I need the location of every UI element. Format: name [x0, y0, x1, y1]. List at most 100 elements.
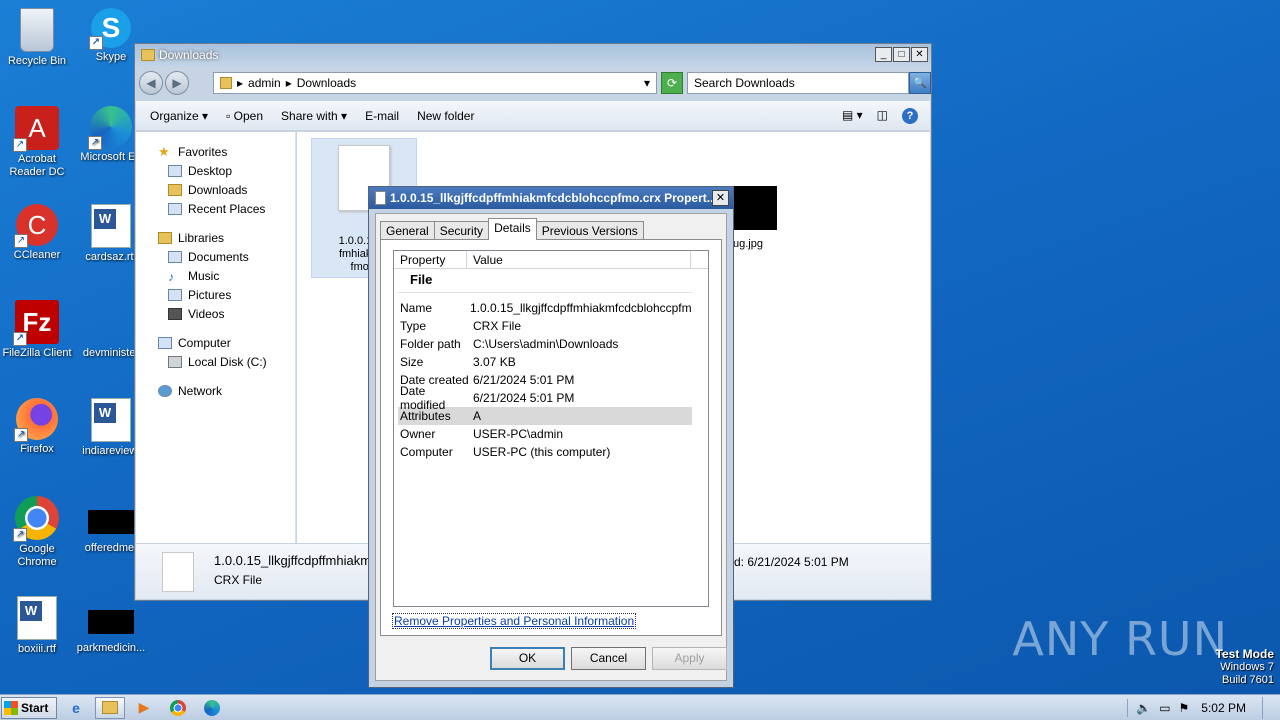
- breadcrumb-admin[interactable]: admin: [248, 76, 281, 90]
- tab-details[interactable]: Details: [488, 218, 537, 240]
- minimize-button[interactable]: _: [875, 47, 892, 62]
- taskbar-media-player[interactable]: ▶: [129, 697, 159, 719]
- details-file-name: 1.0.0.15_llkgjffcdpffmhiakmf: [214, 553, 375, 568]
- table-row-selected[interactable]: Attributes A: [398, 407, 692, 425]
- row-key: Name: [400, 301, 433, 315]
- table-row[interactable]: Type CRX File: [398, 317, 692, 335]
- apply-button[interactable]: Apply: [652, 647, 727, 670]
- documents-icon: [168, 250, 182, 263]
- desktop-icon-parkmedicin[interactable]: parkmedicin...: [74, 596, 148, 655]
- ccleaner-icon: C ↗: [14, 204, 58, 248]
- organize-button[interactable]: Organize ▾: [150, 109, 208, 123]
- breadcrumb-downloads[interactable]: Downloads: [297, 76, 356, 90]
- nav-downloads[interactable]: Downloads: [136, 180, 295, 199]
- network-tray-icon[interactable]: ▭: [1159, 701, 1170, 715]
- thumbnail: [88, 610, 134, 634]
- tab-previous-versions[interactable]: Previous Versions: [535, 221, 644, 240]
- document-icon: [375, 191, 386, 205]
- desktop-icon-boxiii[interactable]: W boxiii.rtf: [0, 596, 74, 656]
- table-row[interactable]: Name 1.0.0.15_llkgjffcdpffmhiakmfcdcblohc…: [398, 299, 692, 317]
- address-dropdown-icon[interactable]: ▾: [644, 76, 650, 90]
- pictures-icon: [168, 288, 182, 301]
- column-header-value[interactable]: Value: [467, 251, 691, 268]
- dialog-title: 1.0.0.15_llkgjffcdpffmhiakmfcdcblohccpfm…: [390, 191, 717, 205]
- back-button[interactable]: ◀: [139, 71, 163, 95]
- acrobat-icon: A ↗: [13, 106, 59, 152]
- title-bar[interactable]: Downloads _ □ ✕: [135, 44, 931, 66]
- edge-icon: [204, 699, 220, 716]
- desktop-icon: [168, 164, 182, 177]
- nav-documents[interactable]: Documents: [136, 247, 295, 266]
- taskbar-edge[interactable]: [197, 697, 227, 719]
- system-tray: 🔈 ▭ ⚑ 5:02 PM: [1127, 697, 1280, 719]
- desktop-icon-acrobat[interactable]: A ↗ Acrobat Reader DC: [0, 106, 74, 179]
- volume-icon[interactable]: 🔈: [1136, 701, 1151, 715]
- maximize-button[interactable]: □: [893, 47, 910, 62]
- desktop-icon-ccleaner[interactable]: C ↗ CCleaner: [0, 204, 74, 262]
- details-file-type: CRX File: [214, 573, 263, 587]
- email-button[interactable]: E-mail: [365, 109, 399, 123]
- close-icon[interactable]: ✕: [712, 190, 729, 206]
- refresh-button[interactable]: ⟳: [661, 72, 683, 94]
- nav-pictures[interactable]: Pictures: [136, 285, 295, 304]
- dialog-title-bar[interactable]: 1.0.0.15_llkgjffcdpffmhiakmfcdcblohccpfm…: [369, 187, 733, 209]
- desktop-icon-chrome[interactable]: ↗ Google Chrome: [0, 496, 74, 569]
- address-bar[interactable]: ▸ admin ▸ Downloads ▾: [213, 72, 657, 94]
- ok-button[interactable]: OK: [490, 647, 565, 670]
- view-options-icon[interactable]: ▤ ▾: [842, 108, 863, 124]
- preview-pane-icon[interactable]: ◫: [877, 108, 888, 124]
- computer-icon: [158, 336, 172, 349]
- filezilla-icon: Fz ↗: [13, 300, 59, 346]
- properties-dialog: 1.0.0.15_llkgjffcdpffmhiakmfcdcblohccpfm…: [368, 186, 734, 688]
- file-item-jpg-thumbnail[interactable]: [733, 186, 777, 230]
- search-icon[interactable]: 🔍: [909, 72, 931, 94]
- section-heading: File: [398, 269, 692, 293]
- table-row[interactable]: Computer USER-PC (this computer): [398, 443, 692, 461]
- folder-icon: [141, 49, 155, 61]
- details-panel: Property Value File Name 1.0.0.15_llkgjff…: [380, 239, 722, 636]
- flag-icon[interactable]: ⚑: [1179, 701, 1190, 715]
- forward-button[interactable]: ▶: [165, 71, 189, 95]
- close-button[interactable]: ✕: [911, 47, 928, 62]
- nav-desktop[interactable]: Desktop: [136, 161, 295, 180]
- remove-properties-link[interactable]: Remove Properties and Personal Informati…: [392, 613, 637, 629]
- start-button[interactable]: Start: [1, 696, 57, 719]
- word-doc-icon: W: [91, 204, 131, 248]
- share-with-button[interactable]: Share with ▾: [281, 109, 347, 123]
- file-name-jpg[interactable]: ug.jpg: [733, 238, 763, 250]
- nav-local-disk[interactable]: Local Disk (C:): [136, 352, 295, 371]
- table-row[interactable]: Size 3.07 KB: [398, 353, 692, 371]
- desktop-icon-firefox[interactable]: ↗ Firefox: [0, 398, 74, 456]
- nav-network[interactable]: Network: [136, 381, 295, 400]
- nav-recent-places[interactable]: Recent Places: [136, 199, 295, 218]
- cancel-button[interactable]: Cancel: [571, 647, 646, 670]
- chevron-right-icon: ▸: [285, 76, 292, 90]
- nav-libraries[interactable]: Libraries: [136, 228, 295, 247]
- show-desktop-button[interactable]: [1262, 697, 1272, 719]
- nav-music[interactable]: ♪ Music: [136, 266, 295, 285]
- skype-icon: S ↗: [89, 8, 131, 50]
- tab-security[interactable]: Security: [433, 221, 490, 240]
- table-row[interactable]: Date modified 6/21/2024 5:01 PM: [398, 384, 692, 412]
- clock[interactable]: 5:02 PM: [1201, 701, 1246, 715]
- search-input[interactable]: Search Downloads: [687, 72, 909, 94]
- nav-favorites[interactable]: ★ Favorites: [136, 142, 295, 161]
- desktop-icon-recycle-bin[interactable]: Recycle Bin: [0, 8, 74, 68]
- desktop-icon-filezilla[interactable]: Fz ↗ FileZilla Client: [0, 300, 74, 360]
- dialog-body: General Security Details Previous Versio…: [375, 213, 727, 681]
- help-icon[interactable]: ?: [902, 107, 918, 124]
- taskbar-explorer[interactable]: [95, 696, 125, 719]
- open-button[interactable]: ▫ Open: [226, 109, 263, 123]
- tab-general[interactable]: General: [380, 221, 435, 240]
- edge-icon: ↗: [88, 106, 132, 150]
- row-key: Folder path: [400, 337, 461, 351]
- column-header-property[interactable]: Property: [394, 251, 467, 268]
- taskbar-chrome[interactable]: [163, 697, 193, 719]
- nav-videos[interactable]: Videos: [136, 304, 295, 323]
- table-row[interactable]: Folder path C:\Users\admin\Downloads: [398, 335, 692, 353]
- new-folder-button[interactable]: New folder: [417, 109, 474, 123]
- network-icon: [158, 384, 172, 397]
- table-row[interactable]: Owner USER-PC\admin: [398, 425, 692, 443]
- nav-computer[interactable]: Computer: [136, 333, 295, 352]
- taskbar-ie[interactable]: e: [61, 697, 91, 719]
